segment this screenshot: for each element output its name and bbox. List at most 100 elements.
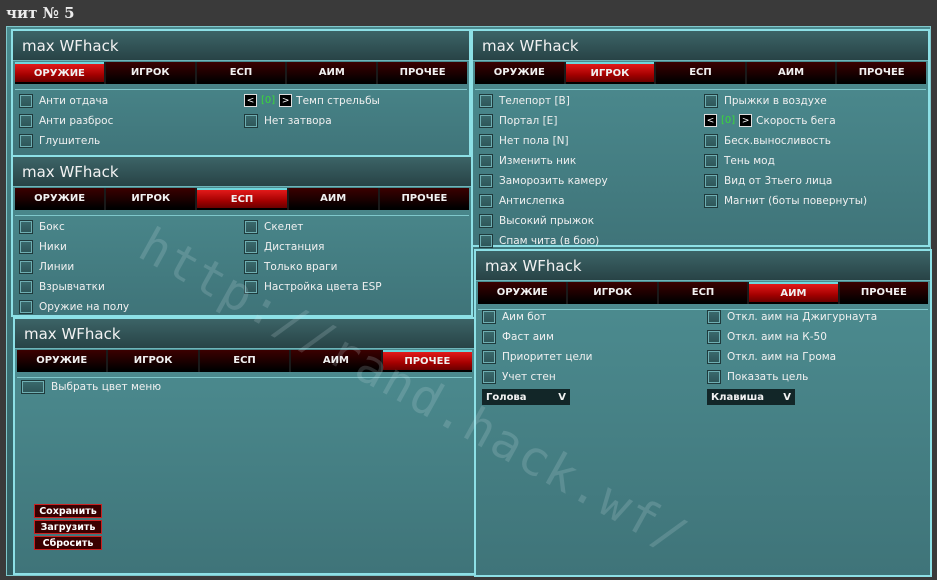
tab-weapon[interactable]: ОРУЖИЕ: [17, 350, 107, 372]
option-infinite-stamina[interactable]: Беск.выносливость: [704, 134, 831, 148]
arrow-right-icon[interactable]: >: [279, 94, 293, 107]
checkbox[interactable]: [479, 234, 493, 248]
option-disable-aim-juggernaut[interactable]: Откл. аим на Джигурнаута: [707, 310, 877, 324]
tab-weapon[interactable]: ОРУЖИЕ: [15, 62, 104, 84]
tab-player[interactable]: ИГРОК: [105, 62, 195, 84]
tab-esp[interactable]: ЕСП: [199, 350, 290, 372]
option-menu-color[interactable]: Выбрать цвет меню: [21, 380, 161, 394]
checkbox[interactable]: [707, 310, 721, 324]
checkbox[interactable]: [19, 300, 33, 314]
checkbox[interactable]: [707, 350, 721, 364]
checkbox[interactable]: [19, 240, 33, 254]
checkbox[interactable]: [704, 194, 718, 208]
option-explosives[interactable]: Взрывчатки: [19, 280, 105, 294]
checkbox[interactable]: [707, 330, 721, 344]
option-disable-aim-k50[interactable]: Откл. аим на К-50: [707, 330, 827, 344]
tab-player[interactable]: ИГРОК: [568, 282, 657, 304]
checkbox[interactable]: [482, 350, 496, 364]
option-shadow-mod[interactable]: Тень мод: [704, 154, 775, 168]
aim-target-dropdown[interactable]: Голова V: [482, 389, 570, 405]
reset-button[interactable]: Сбросить: [34, 536, 102, 550]
panel-header[interactable]: max WFhack: [473, 31, 928, 61]
option-aimbot[interactable]: Аим бот: [482, 310, 546, 324]
checkbox[interactable]: [479, 134, 493, 148]
option-anti-flash[interactable]: Антислепка: [479, 194, 565, 208]
arrow-left-icon[interactable]: <: [244, 94, 257, 107]
panel-header[interactable]: max WFhack: [13, 31, 469, 61]
tab-misc[interactable]: ПРОЧЕЕ: [837, 62, 926, 84]
option-disable-aim-grom[interactable]: Откл. аим на Грома: [707, 350, 836, 364]
checkbox[interactable]: [19, 94, 33, 108]
tab-weapon[interactable]: ОРУЖИЕ: [475, 62, 564, 84]
option-cheat-spam[interactable]: Спам чита (в бою): [479, 234, 599, 248]
tab-esp[interactable]: ЕСП: [197, 188, 287, 210]
checkbox[interactable]: [707, 370, 721, 384]
option-nicks[interactable]: Ники: [19, 240, 67, 254]
tab-misc[interactable]: ПРОЧЕЕ: [379, 188, 470, 210]
arrow-left-icon[interactable]: <: [704, 114, 717, 127]
tab-esp[interactable]: ЕСП: [656, 62, 745, 84]
checkbox[interactable]: [244, 240, 258, 254]
tab-esp[interactable]: ЕСП: [196, 62, 286, 84]
tab-aim[interactable]: АИМ: [749, 282, 838, 304]
option-box[interactable]: Бокс: [19, 220, 65, 234]
option-high-jump[interactable]: Высокий прыжок: [479, 214, 594, 228]
tab-esp[interactable]: ЕСП: [658, 282, 748, 304]
tab-player[interactable]: ИГРОК: [108, 350, 198, 372]
option-no-floor[interactable]: Нет пола [N]: [479, 134, 569, 148]
option-anti-spread[interactable]: Анти разброс: [19, 114, 113, 128]
option-freeze-camera[interactable]: Заморозить камеру: [479, 174, 608, 188]
option-distance[interactable]: Дистанция: [244, 240, 325, 254]
tab-player[interactable]: ИГРОК: [106, 188, 196, 210]
checkbox[interactable]: [704, 94, 718, 108]
checkbox[interactable]: [704, 154, 718, 168]
option-air-jumps[interactable]: Прыжки в воздухе: [704, 94, 827, 108]
tab-weapon[interactable]: ОРУЖИЕ: [478, 282, 567, 304]
tab-aim[interactable]: АИМ: [287, 62, 377, 84]
checkbox[interactable]: [244, 114, 258, 128]
checkbox[interactable]: [244, 220, 258, 234]
checkbox[interactable]: [19, 260, 33, 274]
option-magnet[interactable]: Магнит (боты повернуты): [704, 194, 867, 208]
option-skeleton[interactable]: Скелет: [244, 220, 303, 234]
checkbox[interactable]: [479, 114, 493, 128]
checkbox[interactable]: [19, 220, 33, 234]
tab-aim[interactable]: АИМ: [746, 62, 836, 84]
option-wall-check[interactable]: Учет стен: [482, 370, 556, 384]
load-button[interactable]: Загрузить: [34, 520, 102, 534]
tab-misc[interactable]: ПРОЧЕЕ: [378, 62, 467, 84]
option-change-nick[interactable]: Изменить ник: [479, 154, 576, 168]
checkbox[interactable]: [479, 174, 493, 188]
option-no-bolt[interactable]: Нет затвора: [244, 114, 332, 128]
checkbox[interactable]: [19, 280, 33, 294]
save-button[interactable]: Сохранить: [34, 504, 102, 518]
tab-weapon[interactable]: ОРУЖИЕ: [15, 188, 105, 210]
panel-header[interactable]: max WFhack: [13, 157, 471, 187]
aim-key-dropdown[interactable]: Клавиша V: [707, 389, 795, 405]
checkbox[interactable]: [704, 134, 718, 148]
option-target-priority[interactable]: Приоритет цели: [482, 350, 592, 364]
option-silencer[interactable]: Глушитель: [19, 134, 100, 148]
option-anti-recoil[interactable]: Анти отдача: [19, 94, 108, 108]
tab-player[interactable]: ИГРОК: [565, 62, 655, 84]
option-portal[interactable]: Портал [E]: [479, 114, 557, 128]
option-weapons-on-floor[interactable]: Оружие на полу: [19, 300, 129, 314]
option-teleport[interactable]: Телепорт [B]: [479, 94, 570, 108]
option-show-target[interactable]: Показать цель: [707, 370, 808, 384]
checkbox[interactable]: [479, 214, 493, 228]
panel-header[interactable]: max WFhack: [476, 251, 930, 281]
checkbox[interactable]: [482, 310, 496, 324]
option-fast-aim[interactable]: Фаст аим: [482, 330, 554, 344]
checkbox[interactable]: [479, 94, 493, 108]
checkbox[interactable]: [479, 154, 493, 168]
tab-aim[interactable]: АИМ: [288, 188, 378, 210]
arrow-right-icon[interactable]: >: [739, 114, 753, 127]
option-third-person[interactable]: Вид от 3тьего лица: [704, 174, 832, 188]
option-lines[interactable]: Линии: [19, 260, 74, 274]
color-swatch[interactable]: [21, 380, 45, 394]
checkbox[interactable]: [704, 174, 718, 188]
checkbox[interactable]: [482, 330, 496, 344]
checkbox[interactable]: [19, 114, 33, 128]
checkbox[interactable]: [19, 134, 33, 148]
checkbox[interactable]: [479, 194, 493, 208]
